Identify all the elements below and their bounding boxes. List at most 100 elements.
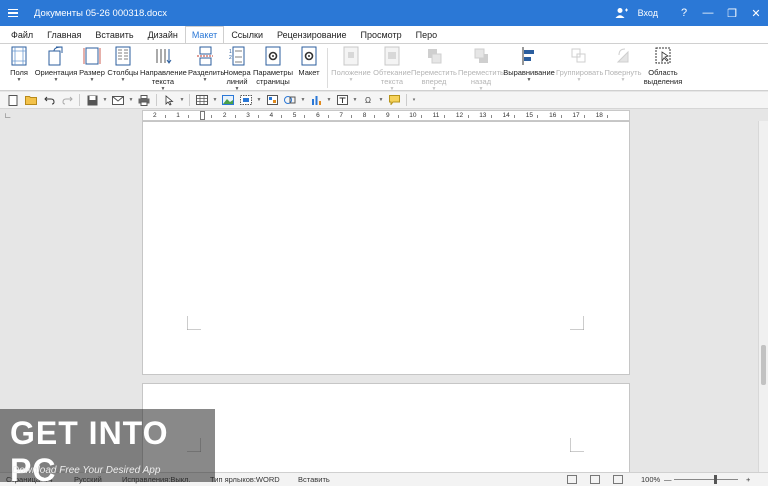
help-button[interactable]: ? <box>672 0 696 26</box>
breaks-button[interactable]: Разделить ▼ <box>188 46 224 84</box>
bring-forward-icon <box>428 49 442 64</box>
save-icon[interactable] <box>83 93 101 108</box>
group-button[interactable]: Группировать ▼ <box>556 46 603 84</box>
document-page[interactable] <box>142 383 630 478</box>
horizontal-ruler[interactable]: 21123456789101112131415161718 <box>142 110 630 121</box>
ruler-tick-label: 1 <box>176 112 180 119</box>
orientation-icon <box>48 46 63 66</box>
tab-insert[interactable]: Вставить <box>88 26 140 43</box>
web-layout-view-icon[interactable] <box>613 475 623 484</box>
select-dropdown-icon[interactable]: ▼ <box>178 93 186 108</box>
ruler-tick-label: 7 <box>339 112 344 119</box>
columns-button[interactable]: Столбцы ▼ <box>107 46 139 84</box>
picture-icon[interactable] <box>219 93 237 108</box>
line-numbers-icon: 12 <box>229 46 245 66</box>
new-document-icon[interactable] <box>4 93 22 108</box>
ruler-tick <box>467 115 469 118</box>
page-setup-button[interactable]: Параметры страницы <box>253 46 293 86</box>
svg-text:2: 2 <box>229 55 232 61</box>
tab-design[interactable]: Дизайн <box>141 26 185 43</box>
ruler-tick <box>164 115 166 118</box>
ruler-tick-label: 2 <box>222 112 227 119</box>
columns-icon <box>115 46 131 66</box>
tab-layout[interactable]: Макет <box>184 26 225 43</box>
size-button[interactable]: Размер ▼ <box>79 46 105 84</box>
vertical-scrollbar[interactable] <box>758 121 768 472</box>
tab-references[interactable]: Ссылки <box>224 26 270 43</box>
text-direction-icon <box>156 49 172 64</box>
redo-icon[interactable] <box>58 93 76 108</box>
ruler-tick-label: 3 <box>246 112 250 119</box>
ribbon-tabs: Файл Главная Вставить Дизайн Макет Ссылк… <box>0 26 768 43</box>
shapes-icon[interactable] <box>281 93 299 108</box>
ruler-tick-label: 8 <box>362 112 367 119</box>
send-backward-button[interactable]: Переместить назад ▼ <box>458 46 504 93</box>
bring-forward-button[interactable]: Переместить вперед ▼ <box>411 46 457 93</box>
table-dropdown-icon[interactable]: ▼ <box>211 93 219 108</box>
bar-chart-icon[interactable] <box>307 93 325 108</box>
text-box-dropdown-icon[interactable]: ▼ <box>351 93 359 108</box>
open-folder-icon[interactable] <box>22 93 40 108</box>
comment-icon[interactable] <box>385 93 403 108</box>
ruler-tick-label: 18 <box>595 112 603 119</box>
tab-pen[interactable]: Перо <box>409 26 445 43</box>
zoom-level[interactable]: 100% <box>641 475 660 484</box>
label-type-indicator[interactable]: Тип ярлыков:WORD <box>210 475 280 484</box>
wrap-text-button[interactable]: Обтекание текста ▼ <box>372 46 412 93</box>
tab-file[interactable]: Файл <box>4 26 40 43</box>
zoom-slider-knob[interactable] <box>714 475 717 484</box>
chart-dropdown-icon[interactable]: ▼ <box>325 93 333 108</box>
ruler-tick-label: 10 <box>409 112 417 119</box>
screenshot-icon[interactable] <box>237 93 255 108</box>
print-layout-view-icon[interactable] <box>567 475 577 484</box>
zoom-slider[interactable] <box>674 479 738 480</box>
scrollbar-thumb[interactable] <box>761 345 766 385</box>
select-cursor-icon[interactable] <box>160 93 178 108</box>
ribbon: Поля ▼ Ориентация ▼ Размер ▼ Столбцы ▼ Напра… <box>0 43 768 93</box>
restore-button[interactable]: ❐ <box>720 0 744 26</box>
align-button[interactable]: Выравнивание ▼ <box>503 46 555 84</box>
app-menu-button[interactable] <box>0 0 26 26</box>
close-button[interactable]: ✕ <box>744 0 768 26</box>
toolbar-separator <box>156 94 157 106</box>
print-icon[interactable] <box>135 93 153 108</box>
position-button[interactable]: Положение ▼ <box>330 46 372 84</box>
full-screen-view-icon[interactable] <box>590 475 600 484</box>
text-direction-button[interactable]: Направление текста ▼ <box>140 46 187 93</box>
tab-review[interactable]: Рецензирование <box>270 26 354 43</box>
zoom-in-button[interactable]: + <box>746 475 750 484</box>
margins-button[interactable]: Поля ▼ <box>6 46 32 84</box>
rotate-icon <box>616 48 629 63</box>
screenshot-dropdown-icon[interactable]: ▼ <box>255 93 263 108</box>
indent-marker-icon[interactable] <box>200 111 205 120</box>
minimize-button[interactable]: — <box>696 0 720 26</box>
layout-button[interactable]: Макет <box>296 46 322 77</box>
email-dropdown-icon[interactable]: ▼ <box>127 93 135 108</box>
tab-home[interactable]: Главная <box>40 26 88 43</box>
line-numbers-button[interactable]: 12 Номера линий ▼ <box>222 46 252 93</box>
save-dropdown-icon[interactable]: ▼ <box>101 93 109 108</box>
ruler-tick <box>304 115 306 118</box>
layout-icon <box>301 46 317 66</box>
document-page[interactable] <box>142 121 630 375</box>
tab-view[interactable]: Просмотр <box>354 26 409 43</box>
orientation-button[interactable]: Ориентация ▼ <box>34 46 78 84</box>
text-box-icon[interactable] <box>333 93 351 108</box>
undo-icon[interactable] <box>40 93 58 108</box>
chart-grid-icon[interactable] <box>263 93 281 108</box>
symbol-dropdown-icon[interactable]: ▼ <box>377 93 385 108</box>
ruler-tick <box>584 115 586 118</box>
insert-mode-indicator[interactable]: Вставить <box>298 475 330 484</box>
customize-toolbar-icon[interactable]: ▾ <box>410 93 418 108</box>
shapes-dropdown-icon[interactable]: ▼ <box>299 93 307 108</box>
symbol-omega-icon[interactable]: Ω <box>359 93 377 108</box>
tab-stop-selector-icon[interactable]: ∟ <box>4 111 14 121</box>
zoom-out-button[interactable]: — <box>664 475 672 484</box>
ruler-tick <box>420 115 422 118</box>
rotate-button[interactable]: Повернуть ▼ <box>602 46 644 84</box>
login-link[interactable]: Вход <box>638 8 658 18</box>
email-icon[interactable] <box>109 93 127 108</box>
selection-pane-button[interactable]: Область выделения <box>643 46 683 86</box>
table-icon[interactable] <box>193 93 211 108</box>
user-icon[interactable] <box>610 0 634 26</box>
